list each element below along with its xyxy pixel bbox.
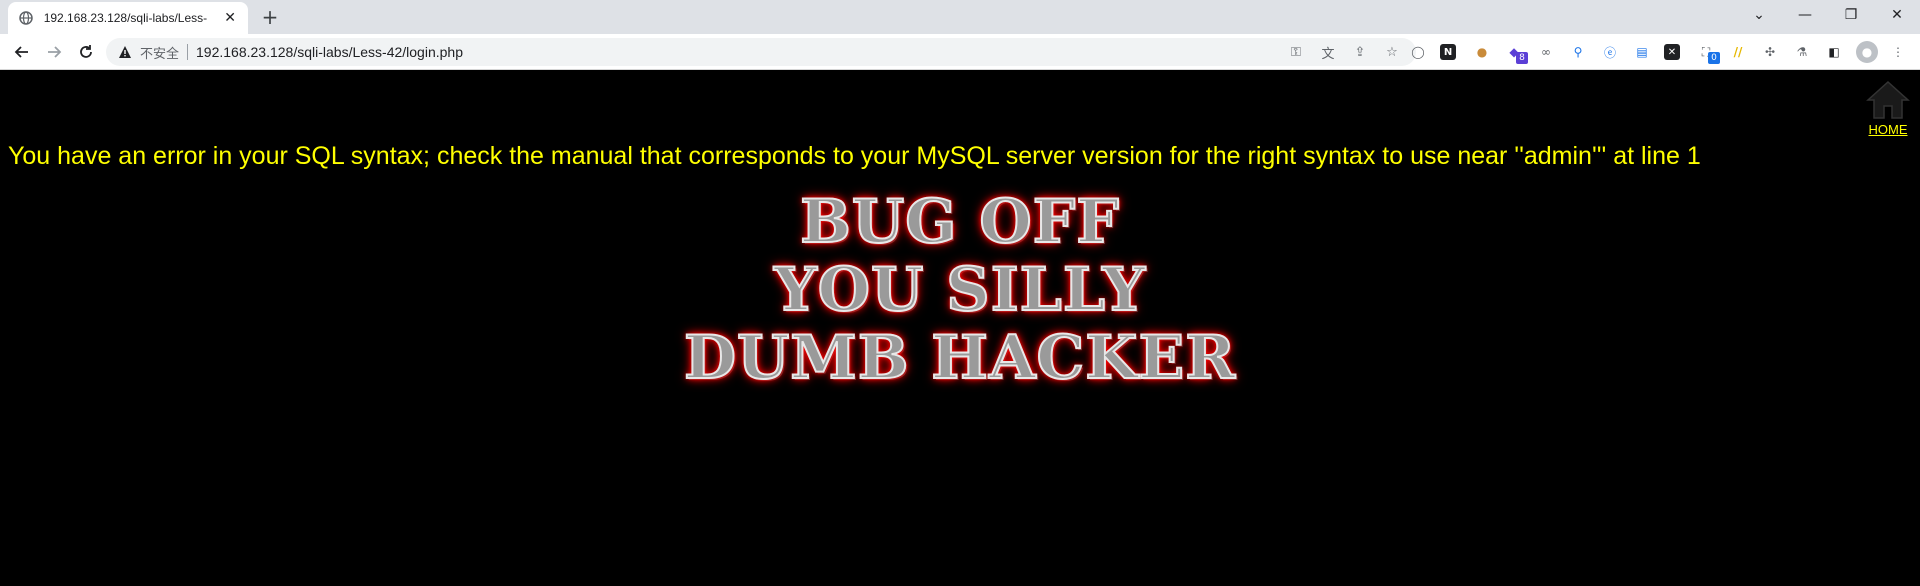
extension-link-icon[interactable]: ∞ <box>1536 42 1556 62</box>
extension-pin-icon[interactable]: ⚲ <box>1568 42 1588 62</box>
extensions-puzzle-icon[interactable]: ✣ <box>1760 42 1780 62</box>
warning-icon[interactable] <box>118 44 134 60</box>
extension-slash-icon[interactable]: // <box>1728 42 1748 62</box>
close-tab-icon[interactable]: ✕ <box>222 10 238 26</box>
extension-badge: 8 <box>1516 52 1528 64</box>
active-tab[interactable]: 192.168.23.128/sqli-labs/Less- ✕ <box>8 2 248 34</box>
key-icon[interactable]: ⚿ <box>1288 44 1304 60</box>
reload-button[interactable] <box>74 40 98 64</box>
flask-icon[interactable]: ⚗ <box>1792 42 1812 62</box>
profile-avatar-icon[interactable]: ● <box>1856 41 1878 63</box>
address-bar[interactable]: 不安全 192.168.23.128/sqli-labs/Less-42/log… <box>106 38 1416 66</box>
extension-chart-icon[interactable]: ▤ <box>1632 42 1652 62</box>
banner-line-2: YOU SILLY <box>773 255 1147 325</box>
cookie-icon[interactable]: ● <box>1472 42 1492 62</box>
security-label[interactable]: 不安全 <box>140 43 179 62</box>
restore-button[interactable]: ❐ <box>1828 0 1874 30</box>
banner-line-3: DUMB HACKER <box>683 323 1237 393</box>
home-link-container[interactable]: HOME <box>1866 80 1910 137</box>
globe-icon <box>18 10 34 26</box>
omnibox-divider <box>187 44 189 60</box>
share-icon[interactable]: ⇪ <box>1352 44 1368 60</box>
menu-dots-icon[interactable]: ⋮ <box>1888 42 1908 62</box>
extension-e-icon[interactable]: ⓔ <box>1600 42 1620 62</box>
home-link[interactable]: HOME <box>1869 122 1908 137</box>
home-icon[interactable] <box>1866 80 1910 120</box>
translate-icon[interactable]: 文 <box>1320 44 1336 62</box>
tab-title: 192.168.23.128/sqli-labs/Less- <box>43 11 208 25</box>
close-window-button[interactable]: ✕ <box>1874 0 1920 30</box>
extension-badge: 0 <box>1708 52 1720 64</box>
hacker-banner: BUG OFF YOU SILLY DUMB HACKER <box>0 187 1920 393</box>
omnibox-actions: ⚿ 文 ⇪ ☆ <box>1288 44 1400 62</box>
extension-circle-icon[interactable]: ◯ <box>1408 42 1428 62</box>
extension-n-icon[interactable]: N <box>1440 44 1456 60</box>
banner-line-1: BUG OFF <box>799 187 1120 257</box>
tab-search-icon[interactable]: ⌄ <box>1736 0 1782 30</box>
page-content: HOME You have an error in your SQL synta… <box>0 70 1920 586</box>
minimize-button[interactable]: — <box>1782 0 1828 30</box>
star-icon[interactable]: ☆ <box>1384 44 1400 60</box>
browser-toolbar: 不安全 192.168.23.128/sqli-labs/Less-42/log… <box>0 34 1920 70</box>
sql-error-message: You have an error in your SQL syntax; ch… <box>8 142 1701 170</box>
url-text[interactable]: 192.168.23.128/sqli-labs/Less-42/login.p… <box>196 44 463 60</box>
side-panel-icon[interactable]: ◧ <box>1824 42 1844 62</box>
back-button[interactable] <box>10 40 34 64</box>
new-tab-button[interactable]: + <box>258 5 282 29</box>
tab-strip: 192.168.23.128/sqli-labs/Less- ✕ + ⌄ — ❐… <box>0 0 1920 34</box>
forward-button[interactable] <box>42 40 66 64</box>
extension-x-icon[interactable]: ✕ <box>1664 44 1680 60</box>
